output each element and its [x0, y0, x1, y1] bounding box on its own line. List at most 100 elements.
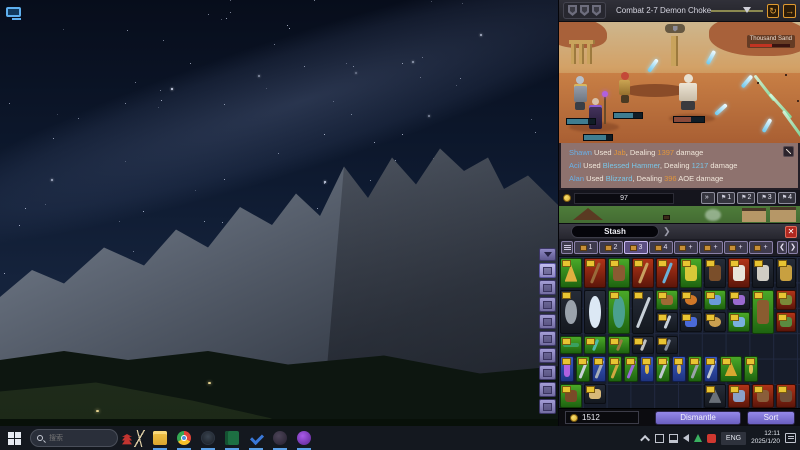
- stash-item[interactable]: [776, 258, 796, 288]
- stash-item[interactable]: [584, 258, 606, 288]
- stash-item[interactable]: [560, 336, 582, 354]
- side-menu-bag-icon[interactable]: [539, 263, 556, 278]
- bag-tab-2[interactable]: 2: [599, 241, 623, 254]
- taskbar-app-steam[interactable]: [196, 426, 220, 450]
- party-tab-1[interactable]: ⚑1: [717, 192, 735, 204]
- search-input[interactable]: [47, 434, 107, 443]
- stash-item[interactable]: [752, 258, 774, 288]
- stash-item[interactable]: [560, 290, 582, 334]
- taskbar-search[interactable]: [30, 429, 118, 447]
- side-menu-book-icon[interactable]: [539, 297, 556, 312]
- stash-item[interactable]: [752, 384, 774, 408]
- slider-handle-icon[interactable]: [743, 7, 751, 13]
- stash-item[interactable]: [560, 258, 582, 288]
- stash-item[interactable]: [744, 356, 758, 382]
- game-title-bar[interactable]: Combat 2-7 Demon Choke ↻ →: [559, 0, 800, 22]
- bag-tab-5[interactable]: +: [674, 241, 698, 254]
- side-menu-helmet-icon[interactable]: [539, 280, 556, 295]
- stash-item[interactable]: [704, 356, 718, 382]
- stash-item[interactable]: [608, 356, 622, 382]
- stash-item[interactable]: [608, 290, 630, 334]
- language-indicator[interactable]: ENG: [721, 432, 746, 445]
- stash-item[interactable]: [704, 384, 726, 408]
- stash-item[interactable]: [584, 384, 606, 404]
- start-button[interactable]: [0, 426, 28, 450]
- bag-tab-1[interactable]: 1: [574, 241, 598, 254]
- stash-item[interactable]: [584, 290, 606, 334]
- taskbar-app-file-explorer[interactable]: [148, 426, 172, 450]
- stash-item[interactable]: [656, 290, 678, 310]
- taskbar-app-chrome[interactable]: [172, 426, 196, 450]
- party-tab-3[interactable]: ⚑3: [757, 192, 775, 204]
- stash-item[interactable]: [560, 356, 574, 382]
- party-tab-4[interactable]: ⚑4: [778, 192, 796, 204]
- stash-inventory-grid[interactable]: [559, 256, 800, 408]
- side-menu-chevron-down-icon[interactable]: [539, 248, 556, 261]
- bag-tab-3[interactable]: 3: [624, 241, 648, 254]
- volume-icon[interactable]: [683, 434, 689, 442]
- stash-item[interactable]: [728, 258, 750, 288]
- stash-item[interactable]: [688, 356, 702, 382]
- stash-item[interactable]: [672, 356, 686, 382]
- stash-item[interactable]: [656, 312, 678, 332]
- display-icon[interactable]: [669, 434, 678, 443]
- stash-item[interactable]: [576, 356, 590, 382]
- taskbar-app-excel[interactable]: [220, 426, 244, 450]
- stash-item[interactable]: [632, 336, 654, 354]
- stash-item[interactable]: [680, 312, 702, 332]
- stash-item[interactable]: [776, 290, 796, 310]
- progress-slider[interactable]: [711, 10, 763, 12]
- stash-item[interactable]: [640, 356, 654, 382]
- dismantle-button[interactable]: Dismantle: [655, 411, 741, 425]
- stash-item[interactable]: [704, 312, 726, 332]
- difficulty-shield-group[interactable]: [563, 2, 606, 19]
- clock[interactable]: 12:11 2025/1/20: [751, 430, 780, 446]
- shield-icon[interactable]: [592, 5, 601, 16]
- notification-center-icon[interactable]: [785, 433, 796, 443]
- stash-item[interactable]: [728, 312, 750, 332]
- shield-icon[interactable]: [580, 5, 589, 16]
- bag-next-button[interactable]: ❯: [788, 241, 798, 254]
- bag-tab-6[interactable]: +: [699, 241, 723, 254]
- desktop-shortcut-computer-icon[interactable]: [6, 7, 26, 25]
- taskbar-app-discord[interactable]: [268, 426, 292, 450]
- side-menu-sword-icon[interactable]: [539, 348, 556, 363]
- stash-item[interactable]: [728, 290, 750, 310]
- stash-item[interactable]: [656, 356, 670, 382]
- stash-item[interactable]: [608, 336, 630, 354]
- stash-item[interactable]: [680, 258, 702, 288]
- stash-item[interactable]: [560, 384, 582, 408]
- stash-item[interactable]: [592, 356, 606, 382]
- stash-item[interactable]: [656, 336, 678, 354]
- stash-item[interactable]: [704, 290, 726, 310]
- bag-tab-7[interactable]: +: [724, 241, 748, 254]
- party-tab-2[interactable]: ⚑2: [737, 192, 755, 204]
- bag-prev-button[interactable]: ❮: [777, 241, 787, 254]
- side-menu-list-icon[interactable]: [539, 382, 556, 397]
- stash-item[interactable]: [632, 290, 654, 334]
- stash-item[interactable]: [656, 258, 678, 288]
- bag-filter-button[interactable]: [561, 241, 573, 254]
- tray-app-icon[interactable]: [655, 434, 664, 443]
- stash-item[interactable]: [632, 258, 654, 288]
- shield-icon[interactable]: [568, 5, 577, 16]
- side-menu-hammer-icon[interactable]: [539, 314, 556, 329]
- side-menu-chest-icon[interactable]: [539, 331, 556, 346]
- bag-tab-8[interactable]: +: [749, 241, 773, 254]
- stash-item[interactable]: [752, 290, 774, 334]
- stash-item[interactable]: [776, 384, 796, 408]
- stash-item[interactable]: [624, 356, 638, 382]
- stash-item[interactable]: [680, 290, 702, 310]
- close-stash-button[interactable]: ✕: [785, 226, 797, 238]
- side-menu-gear-icon[interactable]: [539, 399, 556, 414]
- stash-item[interactable]: [720, 356, 742, 382]
- taskbar-app-todo[interactable]: [244, 426, 268, 450]
- sort-button[interactable]: Sort: [747, 411, 795, 425]
- tray-overflow-icon[interactable]: [640, 434, 650, 444]
- expand-log-icon[interactable]: [783, 146, 794, 157]
- repeat-stage-button[interactable]: ↻: [767, 4, 780, 18]
- bag-tab-4[interactable]: 4: [649, 241, 673, 254]
- battle-speed-button[interactable]: »: [701, 192, 715, 204]
- tray-green-icon[interactable]: [694, 434, 702, 442]
- stash-item[interactable]: [776, 312, 796, 332]
